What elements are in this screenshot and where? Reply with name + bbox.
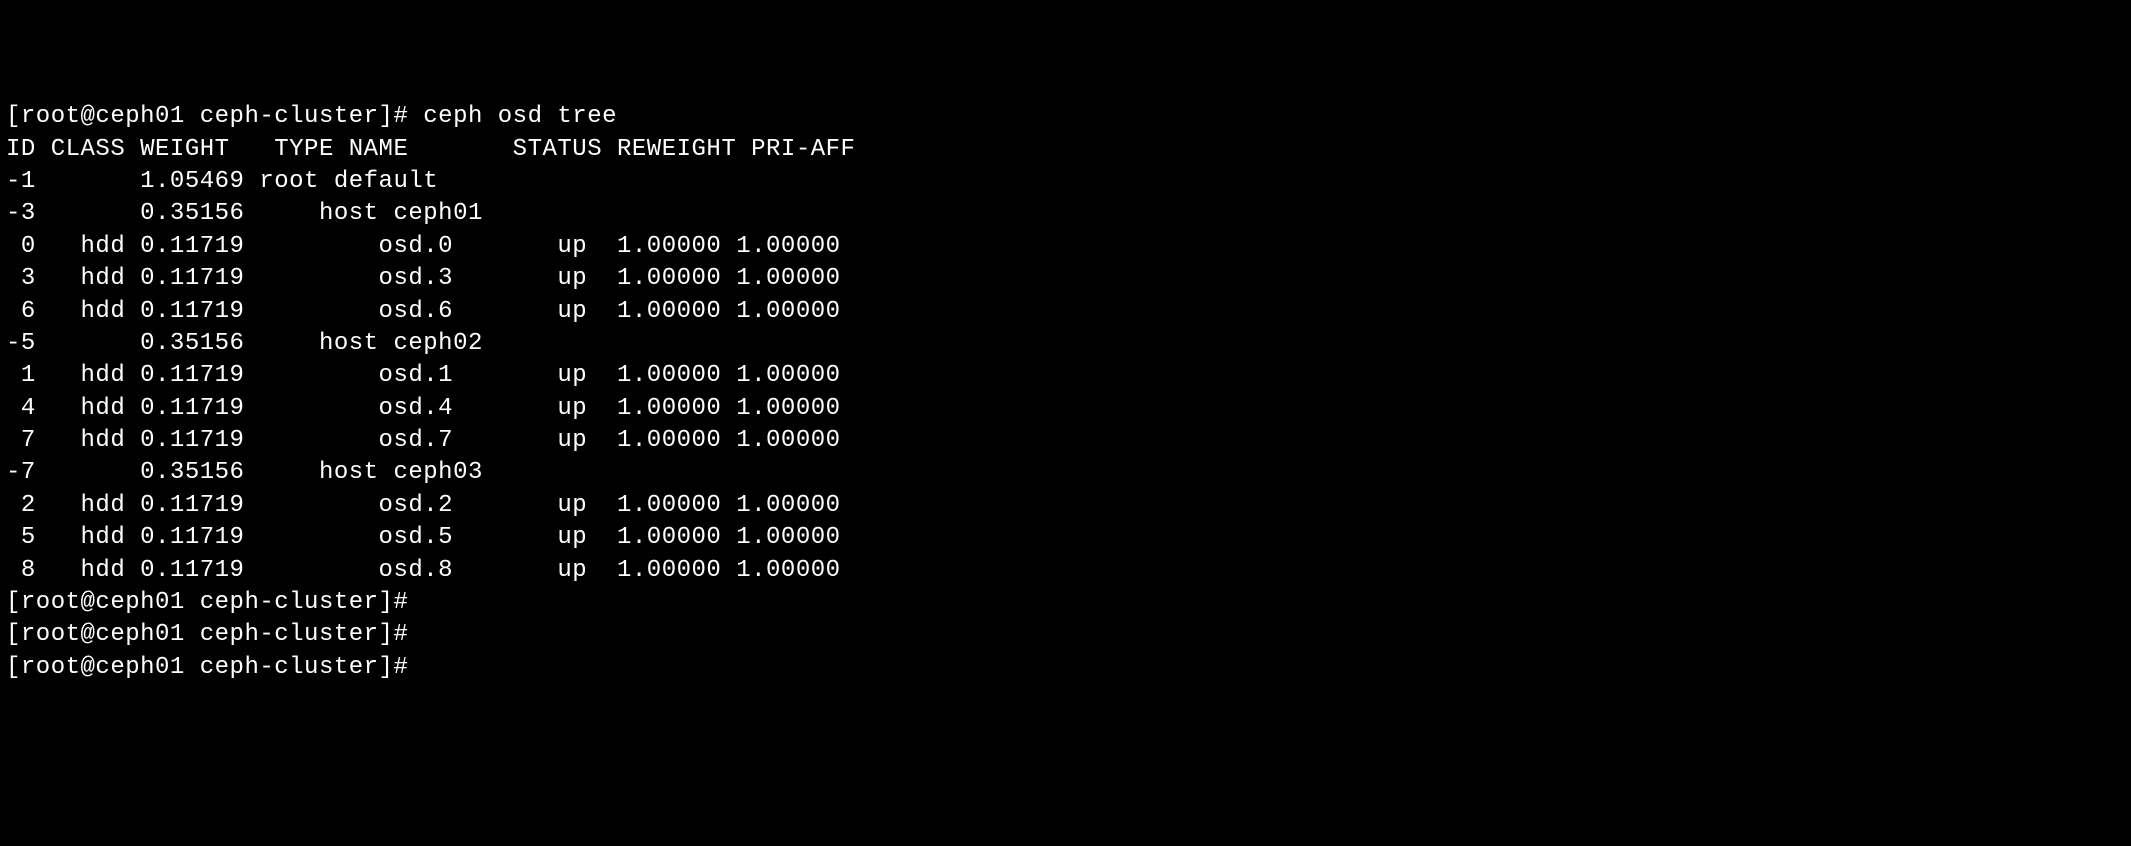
table-header: ID CLASS WEIGHT TYPE NAME STATUS REWEIGH… [6,134,2125,166]
table-row: -3 0.35156 host ceph01 [6,198,2125,230]
terminal-output[interactable]: [root@ceph01 ceph-cluster]# ceph osd tre… [6,101,2125,684]
table-row: 7 hdd 0.11719 osd.7 up 1.00000 1.00000 [6,425,2125,457]
table-row: -5 0.35156 host ceph02 [6,328,2125,360]
prompt-line: [root@ceph01 ceph-cluster]# [6,619,2125,651]
table-row: 1 hdd 0.11719 osd.1 up 1.00000 1.00000 [6,360,2125,392]
table-row: 4 hdd 0.11719 osd.4 up 1.00000 1.00000 [6,393,2125,425]
table-row: 2 hdd 0.11719 osd.2 up 1.00000 1.00000 [6,490,2125,522]
table-row: 6 hdd 0.11719 osd.6 up 1.00000 1.00000 [6,296,2125,328]
table-row: -1 1.05469 root default [6,166,2125,198]
command-line: [root@ceph01 ceph-cluster]# ceph osd tre… [6,101,2125,133]
table-row: 0 hdd 0.11719 osd.0 up 1.00000 1.00000 [6,231,2125,263]
table-row: 5 hdd 0.11719 osd.5 up 1.00000 1.00000 [6,522,2125,554]
table-row: 3 hdd 0.11719 osd.3 up 1.00000 1.00000 [6,263,2125,295]
table-row: 8 hdd 0.11719 osd.8 up 1.00000 1.00000 [6,555,2125,587]
prompt-line: [root@ceph01 ceph-cluster]# [6,652,2125,684]
table-row: -7 0.35156 host ceph03 [6,457,2125,489]
prompt-line: [root@ceph01 ceph-cluster]# [6,587,2125,619]
